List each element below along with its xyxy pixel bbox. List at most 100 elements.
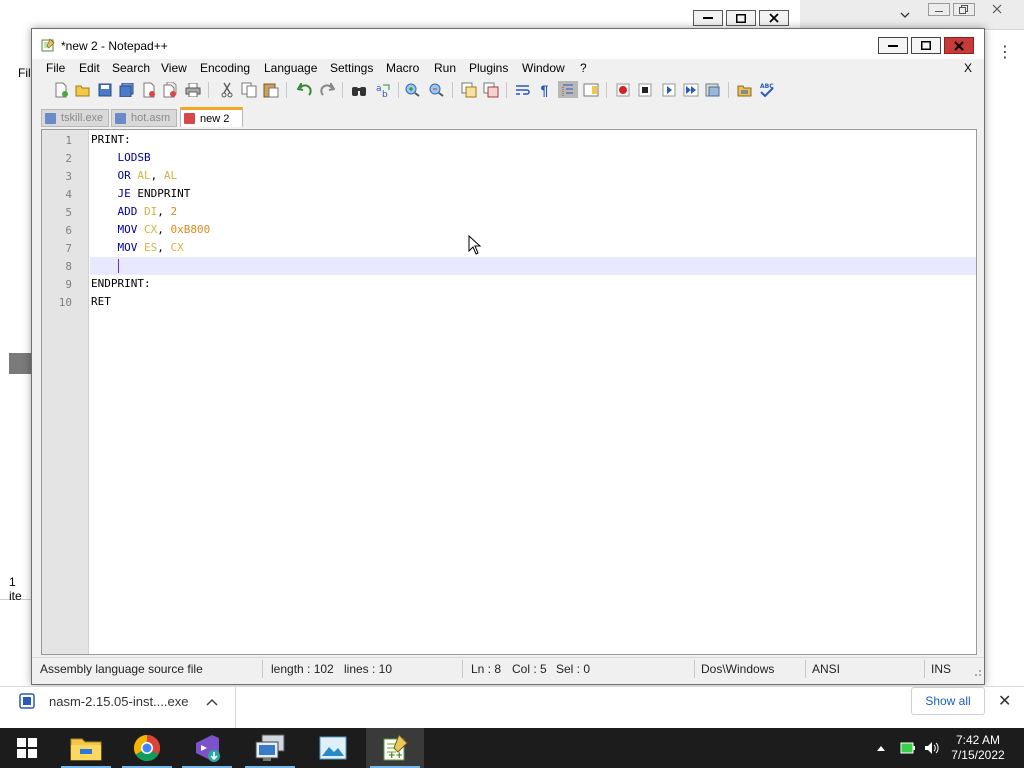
code-line[interactable]: OR AL, AL <box>90 167 976 185</box>
battery-status-button[interactable] <box>897 728 919 768</box>
close-button[interactable] <box>944 37 974 54</box>
code-token: CX <box>170 241 184 254</box>
save-all-button[interactable] <box>118 81 135 98</box>
taskbar-chrome[interactable] <box>118 728 176 768</box>
menu-language[interactable]: Language <box>263 61 318 75</box>
browser-restore-button[interactable] <box>953 3 975 16</box>
new-file-button[interactable] <box>52 81 69 98</box>
zoom-in-button[interactable] <box>404 81 421 98</box>
minimize-icon <box>703 17 713 19</box>
run-macro-multiple-button[interactable] <box>682 81 699 98</box>
cut-button[interactable] <box>218 81 235 98</box>
minimize-button[interactable] <box>878 37 908 54</box>
show-all-downloads-button[interactable]: Show all <box>911 687 985 715</box>
code-line[interactable]: RET <box>90 293 976 311</box>
code-line[interactable]: MOV ES, CX <box>90 239 976 257</box>
background-minimize-button[interactable] <box>693 10 723 26</box>
close-all-button[interactable] <box>162 81 179 98</box>
replace-button[interactable]: ab <box>374 81 391 98</box>
menu-encoding[interactable]: Encoding <box>199 61 251 75</box>
redo-button[interactable] <box>318 81 335 98</box>
browser-close-button[interactable] <box>986 3 1008 16</box>
menu-search[interactable]: Search <box>111 61 151 75</box>
sync-vertical-button[interactable] <box>460 81 477 98</box>
chevron-down-icon[interactable] <box>900 12 910 18</box>
playback-macro-button[interactable] <box>660 81 677 98</box>
menu-edit[interactable]: Edit <box>78 61 101 75</box>
maximize-button[interactable] <box>911 37 941 54</box>
saved-file-icon <box>115 112 126 124</box>
volume-button[interactable] <box>921 728 943 768</box>
toolbar-separator <box>286 82 287 98</box>
show-all-characters-button[interactable]: ¶ <box>536 81 553 98</box>
explorer-menu-label[interactable]: Fil <box>18 66 31 80</box>
resize-grip-icon[interactable] <box>972 667 982 677</box>
menu-macro[interactable]: Macro <box>385 61 420 75</box>
copy-button[interactable] <box>240 81 257 98</box>
explorer-selected-row[interactable] <box>9 353 32 374</box>
record-macro-button[interactable] <box>614 81 631 98</box>
indent-guide-button[interactable] <box>558 81 578 98</box>
taskbar-remote-desktop[interactable] <box>241 728 299 768</box>
start-button[interactable] <box>0 728 54 768</box>
taskbar-notepad-plus-plus[interactable]: ++ <box>366 728 424 768</box>
taskbar-photos[interactable] <box>304 728 362 768</box>
open-file-button[interactable] <box>74 81 91 98</box>
close-download-bar-button[interactable]: ✕ <box>998 691 1011 711</box>
svg-text:a: a <box>376 84 382 94</box>
visual-studio-installer-icon <box>196 735 220 762</box>
download-item[interactable]: nasm-2.15.05-inst....exe <box>0 687 236 729</box>
background-maximize-button[interactable] <box>726 10 756 26</box>
menu-view[interactable]: View <box>160 61 188 75</box>
code-line[interactable]: ADD DI, 2 <box>90 203 976 221</box>
document-map-button[interactable] <box>582 81 599 98</box>
taskbar-visual-studio-installer[interactable] <box>178 728 236 768</box>
system-clock[interactable]: 7:42 AM 7/15/2022 <box>942 733 1014 763</box>
code-line[interactable]: JE ENDPRINT <box>90 185 976 203</box>
code-line-current[interactable] <box>90 257 976 275</box>
taskbar-file-explorer[interactable] <box>57 728 115 768</box>
fast-forward-icon <box>683 83 698 96</box>
code-line[interactable]: LODSB <box>90 149 976 167</box>
paste-button[interactable] <box>262 81 279 98</box>
background-close-button[interactable] <box>759 10 789 26</box>
code-line[interactable]: PRINT: <box>90 131 976 149</box>
menu-help[interactable]: ? <box>579 61 588 75</box>
show-hidden-icons-button[interactable] <box>872 728 890 768</box>
minimize-icon <box>935 11 943 12</box>
menu-settings[interactable]: Settings <box>329 61 374 75</box>
word-wrap-button[interactable] <box>514 81 531 98</box>
code-editor[interactable]: 1 2 3 4 5 6 7 8 9 10 PRINT: LODSB OR AL, AL JE EN… <box>41 129 977 655</box>
menu-plugins[interactable]: Plugins <box>468 61 509 75</box>
chevron-up-icon[interactable] <box>206 698 218 706</box>
find-button[interactable] <box>350 81 367 98</box>
save-button[interactable] <box>96 81 113 98</box>
more-options-icon[interactable]: ⋮ <box>997 42 1013 62</box>
undo-button[interactable] <box>296 81 313 98</box>
code-area[interactable]: PRINT: LODSB OR AL, AL JE ENDPRINT ADD D… <box>90 130 976 654</box>
save-macro-button[interactable] <box>704 81 721 98</box>
svg-text:++: ++ <box>388 751 403 761</box>
background-right-window: ⋮ <box>985 30 1024 670</box>
folder-workspace-button[interactable] <box>736 81 753 98</box>
browser-minimize-button[interactable] <box>928 3 950 16</box>
menu-run[interactable]: Run <box>433 61 457 75</box>
code-line[interactable]: ENDPRINT: <box>90 275 976 293</box>
menu-file[interactable]: File <box>45 61 66 75</box>
close-document-button[interactable]: X <box>964 61 972 75</box>
status-separator <box>694 660 695 678</box>
tab-hot-asm[interactable]: hot.asm <box>111 109 177 127</box>
tab-tskill-exe[interactable]: tskill.exe <box>41 109 109 127</box>
stop-recording-button[interactable] <box>636 81 653 98</box>
code-line[interactable]: MOV CX, 0xB800 <box>90 221 976 239</box>
status-lines: lines : 10 <box>344 662 393 676</box>
close-file-button[interactable] <box>140 81 157 98</box>
zoom-out-button[interactable] <box>428 81 445 98</box>
spell-check-button[interactable]: ABC <box>758 81 775 98</box>
menu-window[interactable]: Window <box>521 61 566 75</box>
tab-new-2[interactable]: new 2 <box>180 107 243 127</box>
close-icon <box>954 40 964 51</box>
browser-window-bar <box>800 0 1024 30</box>
print-button[interactable] <box>184 81 201 98</box>
sync-horizontal-button[interactable] <box>482 81 499 98</box>
